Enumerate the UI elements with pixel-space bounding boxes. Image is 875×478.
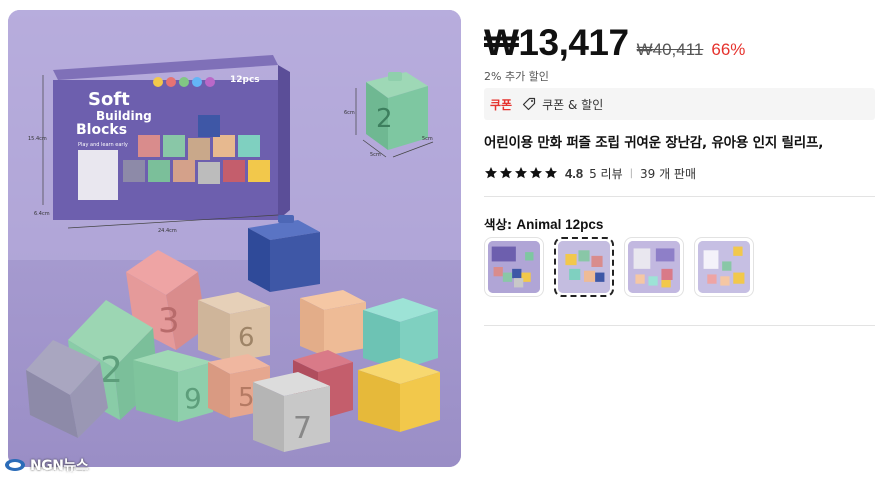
- rating-value: 4.8: [565, 165, 584, 181]
- review-count-link[interactable]: 5 리뷰: [589, 165, 623, 182]
- dim-height: 15.4cm: [28, 136, 47, 142]
- star-icon: [515, 167, 527, 179]
- price-row: ₩13,417 ₩40,411 66%: [484, 22, 875, 63]
- product-box-illustration: Soft Building Blocks Play and learn earl…: [28, 55, 290, 234]
- tag-icon: [522, 97, 536, 111]
- star-icon: [500, 167, 512, 179]
- swatch-thumbnail: [558, 241, 610, 293]
- divider: [484, 196, 875, 197]
- coupon-label: 쿠폰: [490, 97, 513, 112]
- sold-count: 39 개 판매: [639, 166, 697, 181]
- product-main-image[interactable]: Soft Building Blocks Play and learn earl…: [8, 10, 461, 467]
- cube-dim-c: 5cm: [422, 136, 433, 142]
- current-price: ₩13,417: [484, 22, 629, 63]
- separator: |: [629, 167, 633, 179]
- cube-dim-b: 5cm: [370, 152, 381, 158]
- color-selection-label: 색상: Animal 12pcs: [484, 214, 875, 232]
- svg-text:2: 2: [376, 104, 393, 134]
- dim-depth: 6.4cm: [34, 211, 50, 217]
- swatch-thumbnail: [698, 241, 750, 293]
- svg-text:5: 5: [238, 383, 255, 413]
- box-line1: Building: [96, 109, 152, 123]
- original-price: ₩40,411: [636, 40, 704, 59]
- ngn-logo-icon: [5, 459, 25, 471]
- svg-text:7: 7: [293, 411, 312, 446]
- star-icon: [530, 167, 542, 179]
- color-swatches: [484, 237, 875, 297]
- svg-text:6: 6: [238, 323, 255, 353]
- dim-width: 24.4cm: [158, 228, 177, 234]
- watermark: NGN뉴스 North Gyeonggi News: [4, 455, 99, 476]
- coupon-discount-text: 쿠폰 & 할인: [542, 97, 604, 112]
- box-count: 12pcs: [230, 75, 260, 85]
- swatch-option-4[interactable]: [694, 237, 754, 297]
- color-value: Animal 12pcs: [516, 217, 604, 232]
- swatch-thumbnail: [488, 241, 540, 293]
- watermark-subtext: North Gyeonggi News: [44, 470, 99, 476]
- cube-dim-a: 6cm: [344, 110, 355, 116]
- color-label: 색상:: [484, 217, 512, 232]
- svg-text:9: 9: [184, 382, 202, 415]
- extra-discount-text: 2% 추가 할인: [484, 70, 549, 83]
- discount-percent: 66%: [711, 40, 746, 59]
- swatch-option-2[interactable]: [554, 237, 614, 297]
- svg-text:3: 3: [158, 301, 180, 341]
- divider: [484, 325, 875, 326]
- product-photo: Soft Building Blocks Play and learn earl…: [8, 10, 461, 467]
- swatch-option-1[interactable]: [484, 237, 544, 297]
- box-tagline: Play and learn early: [78, 142, 128, 148]
- coupon-bar[interactable]: 쿠폰 쿠폰 & 할인: [484, 88, 875, 120]
- rating-row[interactable]: 4.8 5 리뷰 | 39 개 판매: [484, 165, 875, 181]
- product-title: 어린이용 만화 퍼즐 조립 귀여운 장난감, 유아용 인지 릴리프,: [484, 135, 824, 151]
- coupon-discount-link[interactable]: 쿠폰 & 할인: [522, 96, 603, 113]
- swatch-option-3[interactable]: [624, 237, 684, 297]
- product-info-panel: ₩13,417 ₩40,411 66% 2% 추가 할인 쿠폰 쿠폰 & 할인 …: [484, 22, 875, 326]
- box-line2: Blocks: [76, 122, 127, 138]
- star-icon: [485, 167, 497, 179]
- star-rating: [484, 166, 558, 180]
- swatch-thumbnail: [628, 241, 680, 293]
- star-icon: [545, 167, 557, 179]
- box-brand-text: Soft: [88, 89, 130, 110]
